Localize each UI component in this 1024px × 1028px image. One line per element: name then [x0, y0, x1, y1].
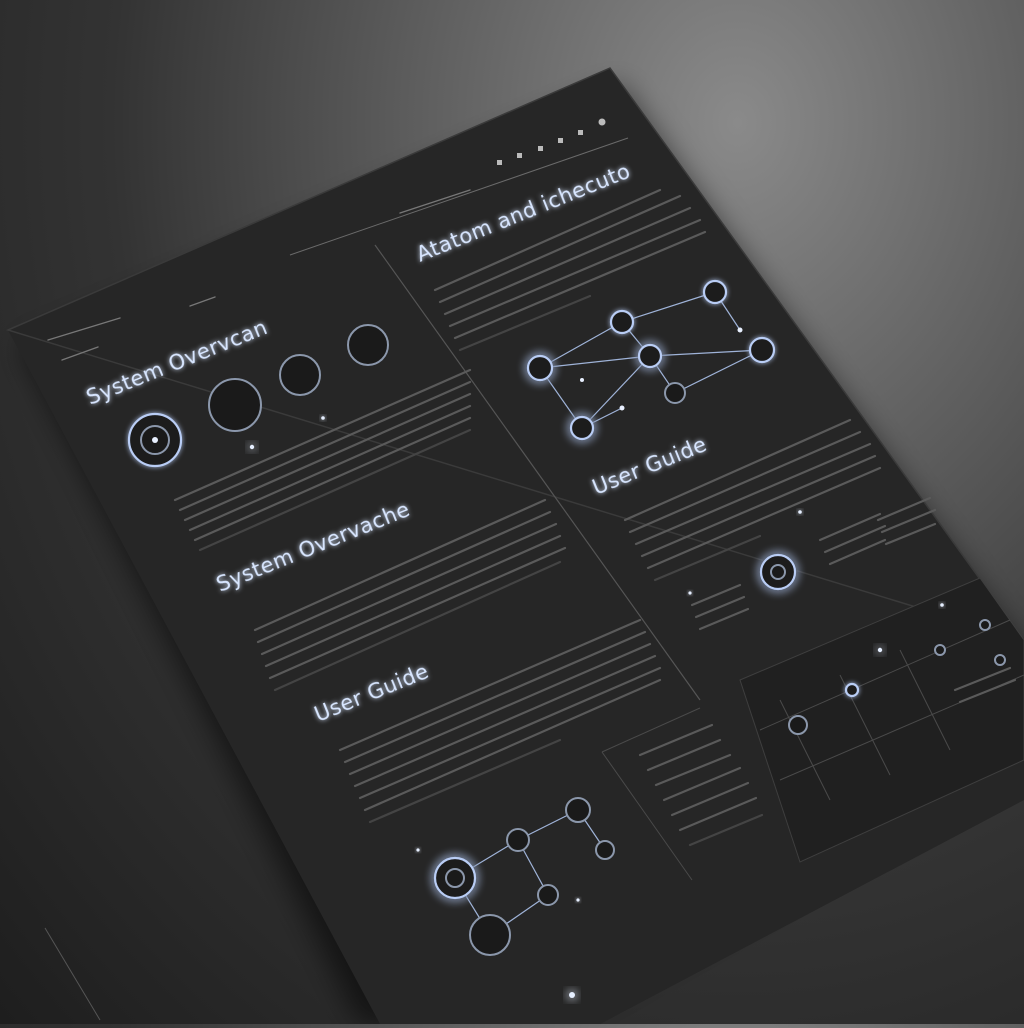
- toolbar-icon-5[interactable]: [578, 130, 583, 135]
- node-circle-icon[interactable]: [347, 324, 389, 366]
- toolbar-icon-6[interactable]: [598, 118, 606, 126]
- sparkle-icon: [798, 510, 802, 514]
- node-core: [619, 405, 625, 411]
- node-circle-icon[interactable]: [979, 619, 991, 631]
- toolbar-icon-2[interactable]: [517, 153, 522, 158]
- sparkle-icon: [576, 898, 580, 902]
- node-circle-icon[interactable]: [637, 343, 663, 369]
- toolbar-icon-4[interactable]: [558, 138, 563, 143]
- node-circle-icon[interactable]: [469, 914, 511, 956]
- sparkle-icon: [940, 603, 944, 607]
- toolbar-icon-3[interactable]: [538, 146, 543, 151]
- node-circle-icon[interactable]: [934, 644, 946, 656]
- node-circle-icon[interactable]: [279, 354, 321, 396]
- sparkle-icon: [321, 416, 325, 420]
- node-circle-icon[interactable]: [569, 415, 595, 441]
- node-circle-icon[interactable]: [788, 715, 808, 735]
- node-circle-icon[interactable]: [526, 354, 554, 382]
- node-core: [580, 378, 584, 382]
- node-circle-icon[interactable]: [748, 336, 776, 364]
- right-icon: [759, 553, 797, 591]
- node-circle-icon[interactable]: [537, 884, 559, 906]
- sparkle-icon: [877, 647, 883, 653]
- target-inner-ring: [770, 564, 786, 580]
- node-circle-icon[interactable]: [844, 682, 860, 698]
- node-circle-icon[interactable]: [994, 654, 1006, 666]
- document-illustration: System Overvcan System Overvache User Gu…: [5, 67, 1024, 1024]
- node-circle-icon[interactable]: [664, 382, 686, 404]
- node-circle-icon[interactable]: [595, 840, 615, 860]
- edge-highlight: [44, 927, 101, 1021]
- toolbar-icon-1[interactable]: [497, 160, 502, 165]
- node-circle-icon[interactable]: [506, 828, 530, 852]
- node-circle-icon[interactable]: [208, 378, 262, 432]
- node-core: [737, 327, 743, 333]
- node-circle-icon[interactable]: [565, 797, 591, 823]
- scene: System Overvcan System Overvache User Gu…: [0, 0, 1024, 1024]
- sparkle-icon: [416, 848, 420, 852]
- node-circle-icon[interactable]: [702, 279, 728, 305]
- sparkle-icon: [249, 444, 255, 450]
- node-core: [152, 437, 158, 443]
- sparkle-icon: [688, 591, 692, 595]
- node-circle-icon[interactable]: [609, 309, 635, 335]
- sparkle-icon: [569, 992, 575, 998]
- node-inner-ring: [445, 868, 465, 888]
